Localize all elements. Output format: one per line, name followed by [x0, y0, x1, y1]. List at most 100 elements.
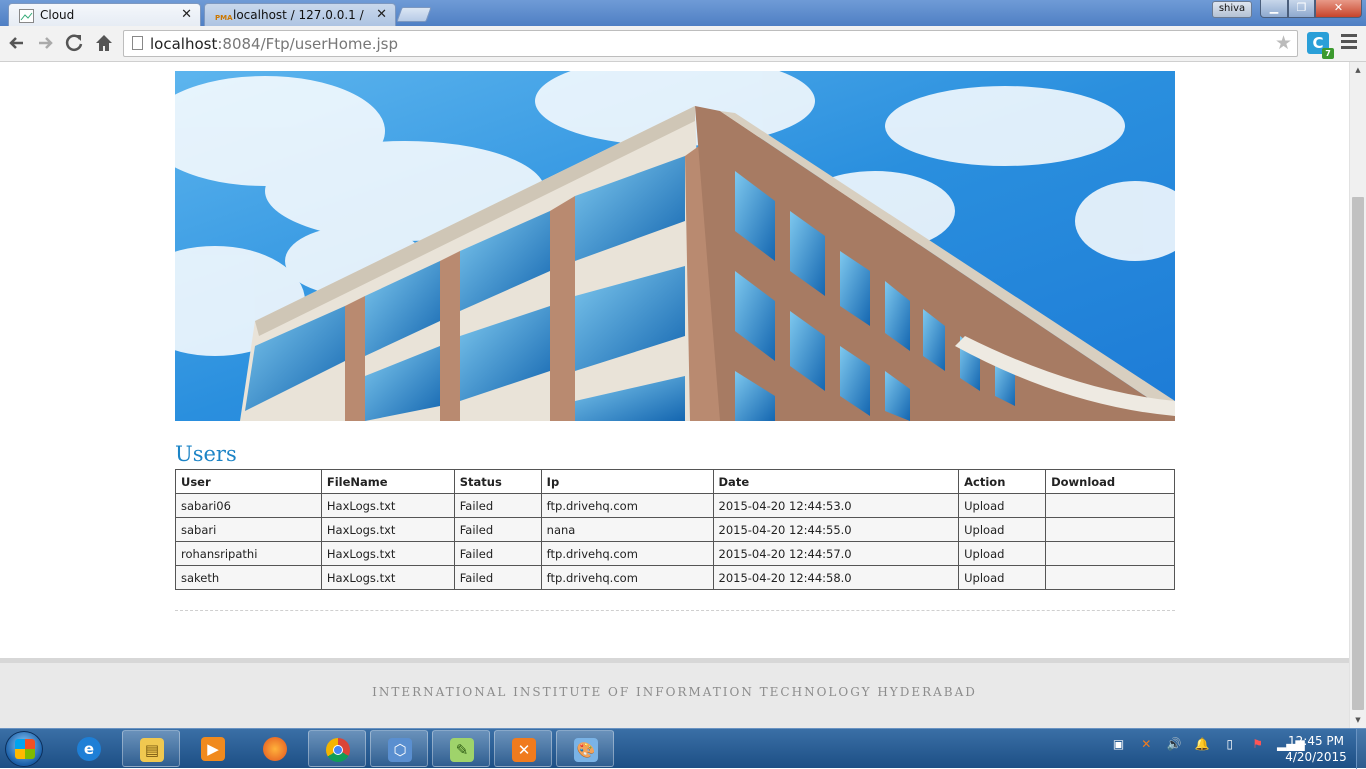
scrollbar-thumb[interactable]	[1352, 197, 1364, 710]
cell-filename: HaxLogs.txt	[320, 565, 455, 590]
chrome-icon	[326, 738, 350, 762]
close-tab-icon[interactable]: ✕	[181, 7, 192, 22]
cell-ip: nana	[540, 517, 714, 542]
page-viewport: Users User FileName Status Ip Date Actio…	[0, 62, 1349, 728]
taskbar-chrome[interactable]	[308, 730, 366, 767]
profile-button[interactable]: shiva	[1212, 1, 1252, 18]
table-row: sabari HaxLogs.txt Failed nana 2015-04-2…	[175, 517, 1175, 542]
table-row: saketh HaxLogs.txt Failed ftp.drivehq.co…	[175, 565, 1175, 590]
firefox-icon	[263, 737, 287, 761]
cell-action: Upload	[958, 565, 1047, 590]
taskbar-notepad-plus-plus[interactable]: ✎	[432, 730, 490, 767]
chrome-menu-icon[interactable]	[1341, 34, 1357, 50]
close-tab-icon[interactable]: ✕	[376, 7, 387, 22]
taskbar-xampp[interactable]: ✕	[494, 730, 552, 767]
taskbar-firefox[interactable]	[246, 730, 304, 767]
cell-status: Failed	[453, 541, 542, 566]
vertical-scrollbar[interactable]: ▲ ▼	[1349, 62, 1366, 728]
forward-arrow-icon	[39, 37, 53, 49]
column-header-download: Download	[1045, 469, 1175, 494]
close-window-button[interactable]: ✕	[1315, 0, 1362, 18]
taskbar-internet-explorer[interactable]: e	[60, 730, 118, 767]
cell-filename: HaxLogs.txt	[320, 493, 455, 518]
page-icon	[132, 36, 143, 50]
show-desktop-button[interactable]	[1356, 729, 1366, 769]
battery-icon[interactable]: ▯	[1221, 737, 1238, 751]
minimize-button[interactable]: ▁	[1260, 0, 1288, 18]
cell-status: Failed	[453, 493, 542, 518]
page-favicon-icon	[19, 8, 34, 23]
content-divider	[175, 610, 1175, 611]
taskbar-paint[interactable]: 🎨	[556, 730, 614, 767]
home-button[interactable]	[93, 32, 115, 54]
building-banner-image	[175, 71, 1175, 421]
cell-status: Failed	[453, 517, 542, 542]
cell-action: Upload	[958, 541, 1047, 566]
table-row: rohansripathi HaxLogs.txt Failed ftp.dri…	[175, 541, 1175, 566]
cell-user: sabari06	[175, 493, 322, 518]
taskbar-file-explorer[interactable]: ▤	[122, 730, 180, 767]
footer-institute-name: INTERNATIONAL INSTITUTE OF INFORMATION T…	[372, 685, 977, 699]
users-section-title: Users	[175, 442, 237, 466]
column-header-user: User	[175, 469, 322, 494]
reload-button[interactable]	[63, 32, 85, 54]
address-bar[interactable]: localhost:8084/Ftp/userHome.jsp ★	[123, 30, 1298, 57]
cell-action: Upload	[958, 517, 1047, 542]
cell-download	[1045, 493, 1175, 518]
clock-time: 12:45 PM	[1288, 734, 1344, 748]
cell-download	[1045, 565, 1175, 590]
taskbar-virtualbox[interactable]: ⬡	[370, 730, 428, 767]
home-icon	[96, 35, 112, 51]
start-button[interactable]	[5, 731, 43, 767]
users-table: User FileName Status Ip Date Action Down…	[175, 469, 1175, 590]
scroll-down-icon[interactable]: ▼	[1350, 713, 1366, 727]
system-clock[interactable]: 12:45 PM 4/20/2015	[1283, 733, 1349, 765]
extension-c-icon[interactable]: C7	[1307, 32, 1334, 59]
cell-ip: ftp.drivehq.com	[540, 565, 714, 590]
notepad-plus-plus-icon: ✎	[450, 738, 474, 762]
folder-icon: ▤	[140, 738, 164, 762]
cell-date: 2015-04-20 12:44:53.0	[712, 493, 960, 518]
tab-title: Cloud	[40, 8, 75, 22]
cell-filename: HaxLogs.txt	[320, 541, 455, 566]
back-arrow-icon	[9, 37, 23, 49]
minimize-icon: ▁	[1269, 1, 1279, 14]
tab-phpmyadmin[interactable]: PMA localhost / 127.0.0.1 / ftp ✕	[204, 3, 396, 26]
clock-date: 4/20/2015	[1285, 750, 1347, 764]
network-adapter-icon[interactable]: ▣	[1110, 737, 1127, 751]
forward-button[interactable]	[34, 32, 56, 54]
cell-user: sabari	[175, 517, 322, 542]
cell-download	[1045, 541, 1175, 566]
scroll-up-icon[interactable]: ▲	[1350, 63, 1366, 77]
notification-icon[interactable]: 🔔	[1193, 737, 1210, 751]
url-text: localhost:8084/Ftp/userHome.jsp	[150, 35, 398, 53]
back-button[interactable]	[6, 32, 28, 54]
virtualbox-icon: ⬡	[388, 738, 412, 762]
action-center-icon[interactable]: ⚑	[1249, 737, 1266, 751]
internet-explorer-icon: e	[77, 737, 101, 761]
taskbar-media-player[interactable]: ▶	[184, 730, 242, 767]
xampp-icon: ✕	[512, 738, 536, 762]
cell-user: rohansripathi	[175, 541, 322, 566]
cell-user: saketh	[175, 565, 322, 590]
tab-cloud[interactable]: Cloud ✕	[8, 3, 201, 26]
cell-date: 2015-04-20 12:44:55.0	[712, 517, 960, 542]
xampp-tray-icon[interactable]: ✕	[1138, 737, 1155, 751]
cell-status: Failed	[453, 565, 542, 590]
windows-logo-icon	[15, 739, 35, 759]
volume-icon[interactable]: 🔊	[1166, 737, 1183, 751]
cell-ip: ftp.drivehq.com	[540, 493, 714, 518]
close-icon: ✕	[1333, 1, 1344, 14]
system-tray: ▣ ✕ 🔊 🔔 ▯ ⚑ ▂▄▆	[1110, 737, 1305, 761]
windows-taskbar: e ▤ ▶ ⬡ ✎ ✕ 🎨 ▣ ✕ 🔊 🔔 ▯ ⚑ ▂▄▆ 12:45 PM 4…	[0, 728, 1366, 769]
column-header-ip: Ip	[540, 469, 714, 494]
phpmyadmin-favicon-icon: PMA	[215, 14, 233, 22]
new-tab-button[interactable]	[396, 7, 432, 22]
extension-badge: 7	[1322, 48, 1334, 59]
paint-palette-icon: 🎨	[574, 738, 598, 762]
bookmark-star-icon[interactable]: ★	[1275, 32, 1292, 54]
tab-title: localhost / 127.0.0.1 / ftp	[233, 8, 367, 22]
restore-button[interactable]: ❐	[1288, 0, 1315, 18]
table-row: sabari06 HaxLogs.txt Failed ftp.drivehq.…	[175, 493, 1175, 518]
browser-toolbar: localhost:8084/Ftp/userHome.jsp ★ C7	[0, 26, 1366, 62]
